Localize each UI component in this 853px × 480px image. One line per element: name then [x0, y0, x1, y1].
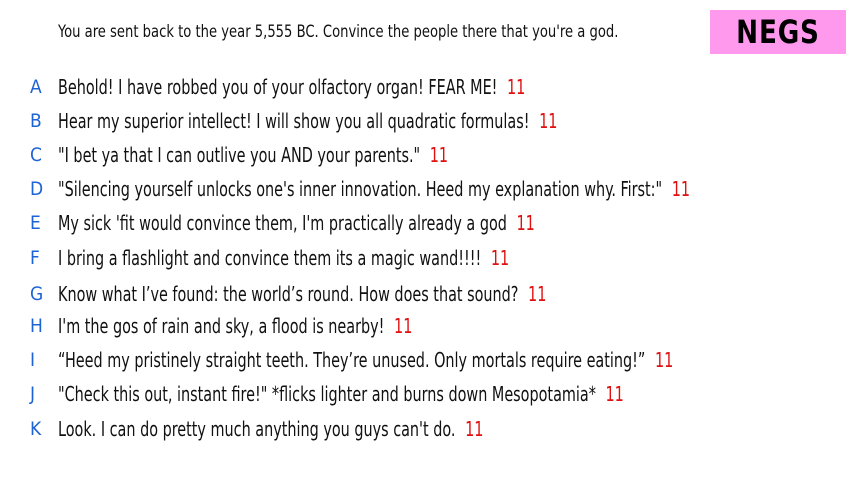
entry-score: 11: [528, 282, 547, 306]
entry-text: "I bet ya that I can outlive you AND you…: [58, 143, 421, 167]
entry-row: J "Check this out, instant fire!" *flicks…: [0, 380, 853, 408]
entry-text-wrap: Know what I’ve found: the world’s round.…: [58, 282, 546, 306]
entry-text-wrap: "Check this out, instant fire!" *flicks …: [58, 382, 624, 406]
entry-letter: A: [30, 76, 42, 98]
entry-score: 11: [605, 382, 624, 406]
entry-letter: B: [30, 110, 42, 132]
entry-text-wrap: Look. I can do pretty much anything you …: [58, 417, 483, 441]
entry-score: 11: [654, 348, 674, 372]
entry-letter: D: [30, 178, 44, 200]
entry-score: 11: [671, 177, 691, 201]
entry-row: H I'm the gos of rain and sky, a flood is…: [0, 312, 853, 340]
entry-score: 11: [516, 211, 535, 235]
entry-score: 11: [394, 314, 413, 338]
entry-letter: F: [30, 247, 40, 269]
entry-text-wrap: “Heed my pristinely straight teeth. They…: [58, 348, 673, 372]
entry-letter: E: [30, 212, 41, 234]
entry-text: I'm the gos of rain and sky, a flood is …: [58, 314, 385, 338]
entry-text-wrap: My sick 'fit would convince them, I'm pr…: [58, 211, 535, 235]
entry-score: 11: [490, 246, 510, 270]
negs-badge: NEGS: [710, 10, 846, 54]
entry-letter: K: [30, 418, 42, 440]
entry-row: G Know what I’ve found: the world’s round…: [0, 280, 853, 308]
entry-letter: J: [30, 383, 36, 405]
entry-row: A Behold! I have robbed you of your olfac…: [0, 73, 853, 101]
entry-text-wrap: Behold! I have robbed you of your olfact…: [58, 75, 525, 99]
entry-text-wrap: I bring a flashlight and convince them i…: [58, 246, 509, 270]
entry-text-wrap: Hear my superior intellect! I will show …: [58, 109, 557, 133]
entry-text-wrap: "Silencing yourself unlocks one's inner …: [58, 177, 690, 201]
entry-text: Behold! I have robbed you of your olfact…: [58, 75, 498, 99]
entry-row: D "Silencing yourself unlocks one's inner…: [0, 175, 853, 203]
entry-text: Know what I’ve found: the world’s round.…: [58, 282, 519, 306]
prompt-text: You are sent back to the year 5,555 BC. …: [58, 22, 619, 42]
entry-letter: I: [30, 349, 36, 371]
slide: You are sent back to the year 5,555 BC. …: [0, 0, 853, 480]
entry-row: F I bring a flashlight and convince them …: [0, 244, 853, 272]
entry-text: Look. I can do pretty much anything you …: [58, 417, 456, 441]
entry-row: B Hear my superior intellect! I will show…: [0, 107, 853, 135]
entry-letter: H: [30, 315, 43, 337]
entry-score: 11: [429, 143, 449, 167]
entry-row: I “Heed my pristinely straight teeth. The…: [0, 346, 853, 374]
entry-score: 11: [539, 109, 558, 133]
entry-row: E My sick 'fit would convince them, I'm p…: [0, 209, 853, 237]
entry-row: C "I bet ya that I can outlive you AND yo…: [0, 141, 853, 169]
entry-score: 11: [507, 75, 526, 99]
badge-label: NEGS: [736, 13, 820, 51]
entry-text: “Heed my pristinely straight teeth. They…: [58, 348, 646, 372]
entry-text-wrap: "I bet ya that I can outlive you AND you…: [58, 143, 448, 167]
entry-score: 11: [465, 417, 484, 441]
entry-letter: C: [30, 144, 42, 166]
entry-text: I bring a flashlight and convince them i…: [58, 246, 482, 270]
entry-text: My sick 'fit would convince them, I'm pr…: [58, 211, 507, 235]
entry-row: K Look. I can do pretty much anything you…: [0, 415, 853, 443]
entry-text: Hear my superior intellect! I will show …: [58, 109, 530, 133]
entry-text: "Check this out, instant fire!" *flicks …: [58, 382, 596, 406]
entry-letter: G: [30, 283, 44, 305]
entry-text-wrap: I'm the gos of rain and sky, a flood is …: [58, 314, 412, 338]
entry-text: "Silencing yourself unlocks one's inner …: [58, 177, 663, 201]
